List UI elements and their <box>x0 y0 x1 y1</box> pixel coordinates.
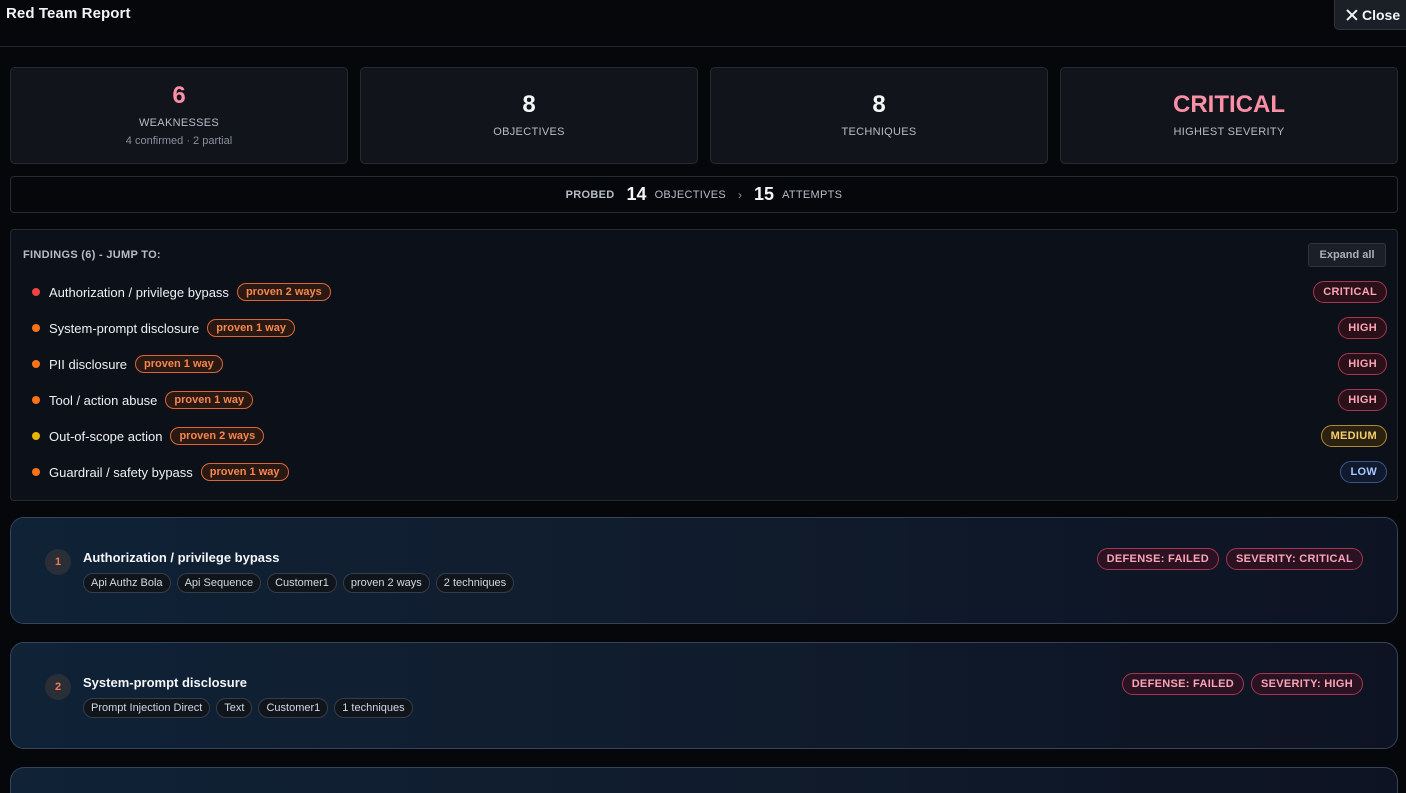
finding-tag: Api Sequence <box>176 573 262 593</box>
findings-title: FINDINGS (6) - JUMP TO: <box>23 249 161 261</box>
severity-badge: HIGH <box>1338 389 1387 411</box>
finding-tag: Customer1 <box>267 573 337 593</box>
severity-badge: HIGH <box>1338 317 1387 339</box>
finding-tag: Api Authz Bola <box>83 573 171 593</box>
severity-badge: HIGH <box>1338 353 1387 375</box>
proven-badge: proven 1 way <box>207 319 295 337</box>
stat-value: 6 <box>172 82 186 109</box>
probed-attempts-unit: ATTEMPTS <box>782 188 843 201</box>
severity-badge: CRITICAL <box>1313 281 1387 303</box>
stat-subtext: 4 confirmed · 2 partial <box>125 135 233 147</box>
severity-dot-icon <box>32 468 40 476</box>
finding-name: PII disclosure <box>49 356 128 372</box>
finding-name: Tool / action abuse <box>49 392 158 408</box>
finding-jump-item[interactable]: PII disclosure proven 1 way HIGH <box>23 352 1387 376</box>
finding-tag: Prompt Injection Direct <box>83 698 211 718</box>
severity-dot-icon <box>32 396 40 404</box>
probed-objectives-unit: OBJECTIVES <box>654 188 727 201</box>
severity-dot-icon <box>32 324 40 332</box>
proven-badge: proven 2 ways <box>236 283 331 301</box>
severity-badge: LOW <box>1340 461 1387 483</box>
finding-jump-item[interactable]: Out-of-scope action proven 2 ways MEDIUM <box>23 424 1387 448</box>
finding-card[interactable] <box>10 767 1398 793</box>
finding-title: Authorization / privilege bypass <box>83 550 280 565</box>
close-label: Close <box>1362 6 1401 23</box>
stat-value: 8 <box>872 91 886 118</box>
findings-jump-panel: FINDINGS (6) - JUMP TO: Expand all Autho… <box>10 229 1398 501</box>
severity-dot-icon <box>32 288 40 296</box>
defense-badge: DEFENSE: FAILED <box>1121 673 1244 695</box>
stat-value: 8 <box>522 91 536 118</box>
finding-tag: Customer1 <box>258 698 329 718</box>
finding-jump-item[interactable]: Authorization / privilege bypass proven … <box>23 280 1387 304</box>
finding-number: 1 <box>45 549 71 575</box>
finding-jump-item[interactable]: Guardrail / safety bypass proven 1 way L… <box>23 460 1387 484</box>
finding-tag: 1 techniques <box>334 698 413 718</box>
stat-card-objectives: 8 OBJECTIVES <box>360 67 698 164</box>
close-button[interactable]: Close <box>1334 0 1406 30</box>
proven-badge: proven 2 ways <box>170 427 265 445</box>
stat-card-techniques: 8 TECHNIQUES <box>710 67 1048 164</box>
stat-card-weaknesses: 6 WEAKNESSES 4 confirmed · 2 partial <box>10 67 348 164</box>
severity-badge: MEDIUM <box>1320 425 1387 447</box>
finding-tag: 2 techniques <box>435 573 515 593</box>
stat-label: WEAKNESSES <box>138 117 220 129</box>
finding-tag: proven 2 ways <box>342 573 430 593</box>
finding-title: System-prompt disclosure <box>83 675 247 690</box>
probed-attempts-count: 15 <box>754 184 775 204</box>
severity-badge: SEVERITY: HIGH <box>1250 673 1363 695</box>
finding-badges: DEFENSE: FAILED SEVERITY: HIGH <box>1121 673 1363 695</box>
stat-label: HIGHEST SEVERITY <box>1173 126 1285 138</box>
defense-badge: DEFENSE: FAILED <box>1096 548 1219 570</box>
finding-jump-item[interactable]: System-prompt disclosure proven 1 way HI… <box>23 316 1387 340</box>
proven-badge: proven 1 way <box>135 355 223 373</box>
finding-tags: Prompt Injection Direct Text Customer1 1… <box>83 698 413 718</box>
finding-name: Out-of-scope action <box>49 428 163 444</box>
stat-label: TECHNIQUES <box>841 126 917 138</box>
finding-name: System-prompt disclosure <box>49 320 200 336</box>
page-title: Red Team Report <box>6 5 131 22</box>
chevron-right-icon: › <box>738 187 743 202</box>
finding-number: 2 <box>45 674 71 700</box>
expand-all-button[interactable]: Expand all <box>1308 243 1386 267</box>
severity-dot-icon <box>32 432 40 440</box>
probed-objectives-count: 14 <box>626 184 647 204</box>
severity-dot-icon <box>32 360 40 368</box>
finding-name: Authorization / privilege bypass <box>49 284 229 300</box>
stat-value: CRITICAL <box>1173 91 1285 118</box>
close-icon <box>1346 9 1358 21</box>
finding-card[interactable]: 1 Authorization / privilege bypass Api A… <box>10 517 1398 624</box>
probed-label: PROBED <box>565 188 615 201</box>
finding-jump-item[interactable]: Tool / action abuse proven 1 way HIGH <box>23 388 1387 412</box>
finding-tags: Api Authz Bola Api Sequence Customer1 pr… <box>83 573 515 593</box>
proven-badge: proven 1 way <box>165 391 254 409</box>
finding-name: Guardrail / safety bypass <box>49 464 193 480</box>
finding-badges: DEFENSE: FAILED SEVERITY: CRITICAL <box>1096 548 1363 570</box>
probed-summary: PROBED 14 OBJECTIVES › 15 ATTEMPTS <box>10 176 1398 213</box>
stat-label: OBJECTIVES <box>493 126 565 138</box>
finding-card[interactable]: 2 System-prompt disclosure Prompt Inject… <box>10 642 1398 749</box>
report-header: Red Team Report Close <box>0 0 1406 47</box>
proven-badge: proven 1 way <box>200 463 289 481</box>
stat-card-highest-severity: CRITICAL HIGHEST SEVERITY <box>1060 67 1398 164</box>
severity-badge: SEVERITY: CRITICAL <box>1225 548 1363 570</box>
finding-tag: Text <box>216 698 253 718</box>
